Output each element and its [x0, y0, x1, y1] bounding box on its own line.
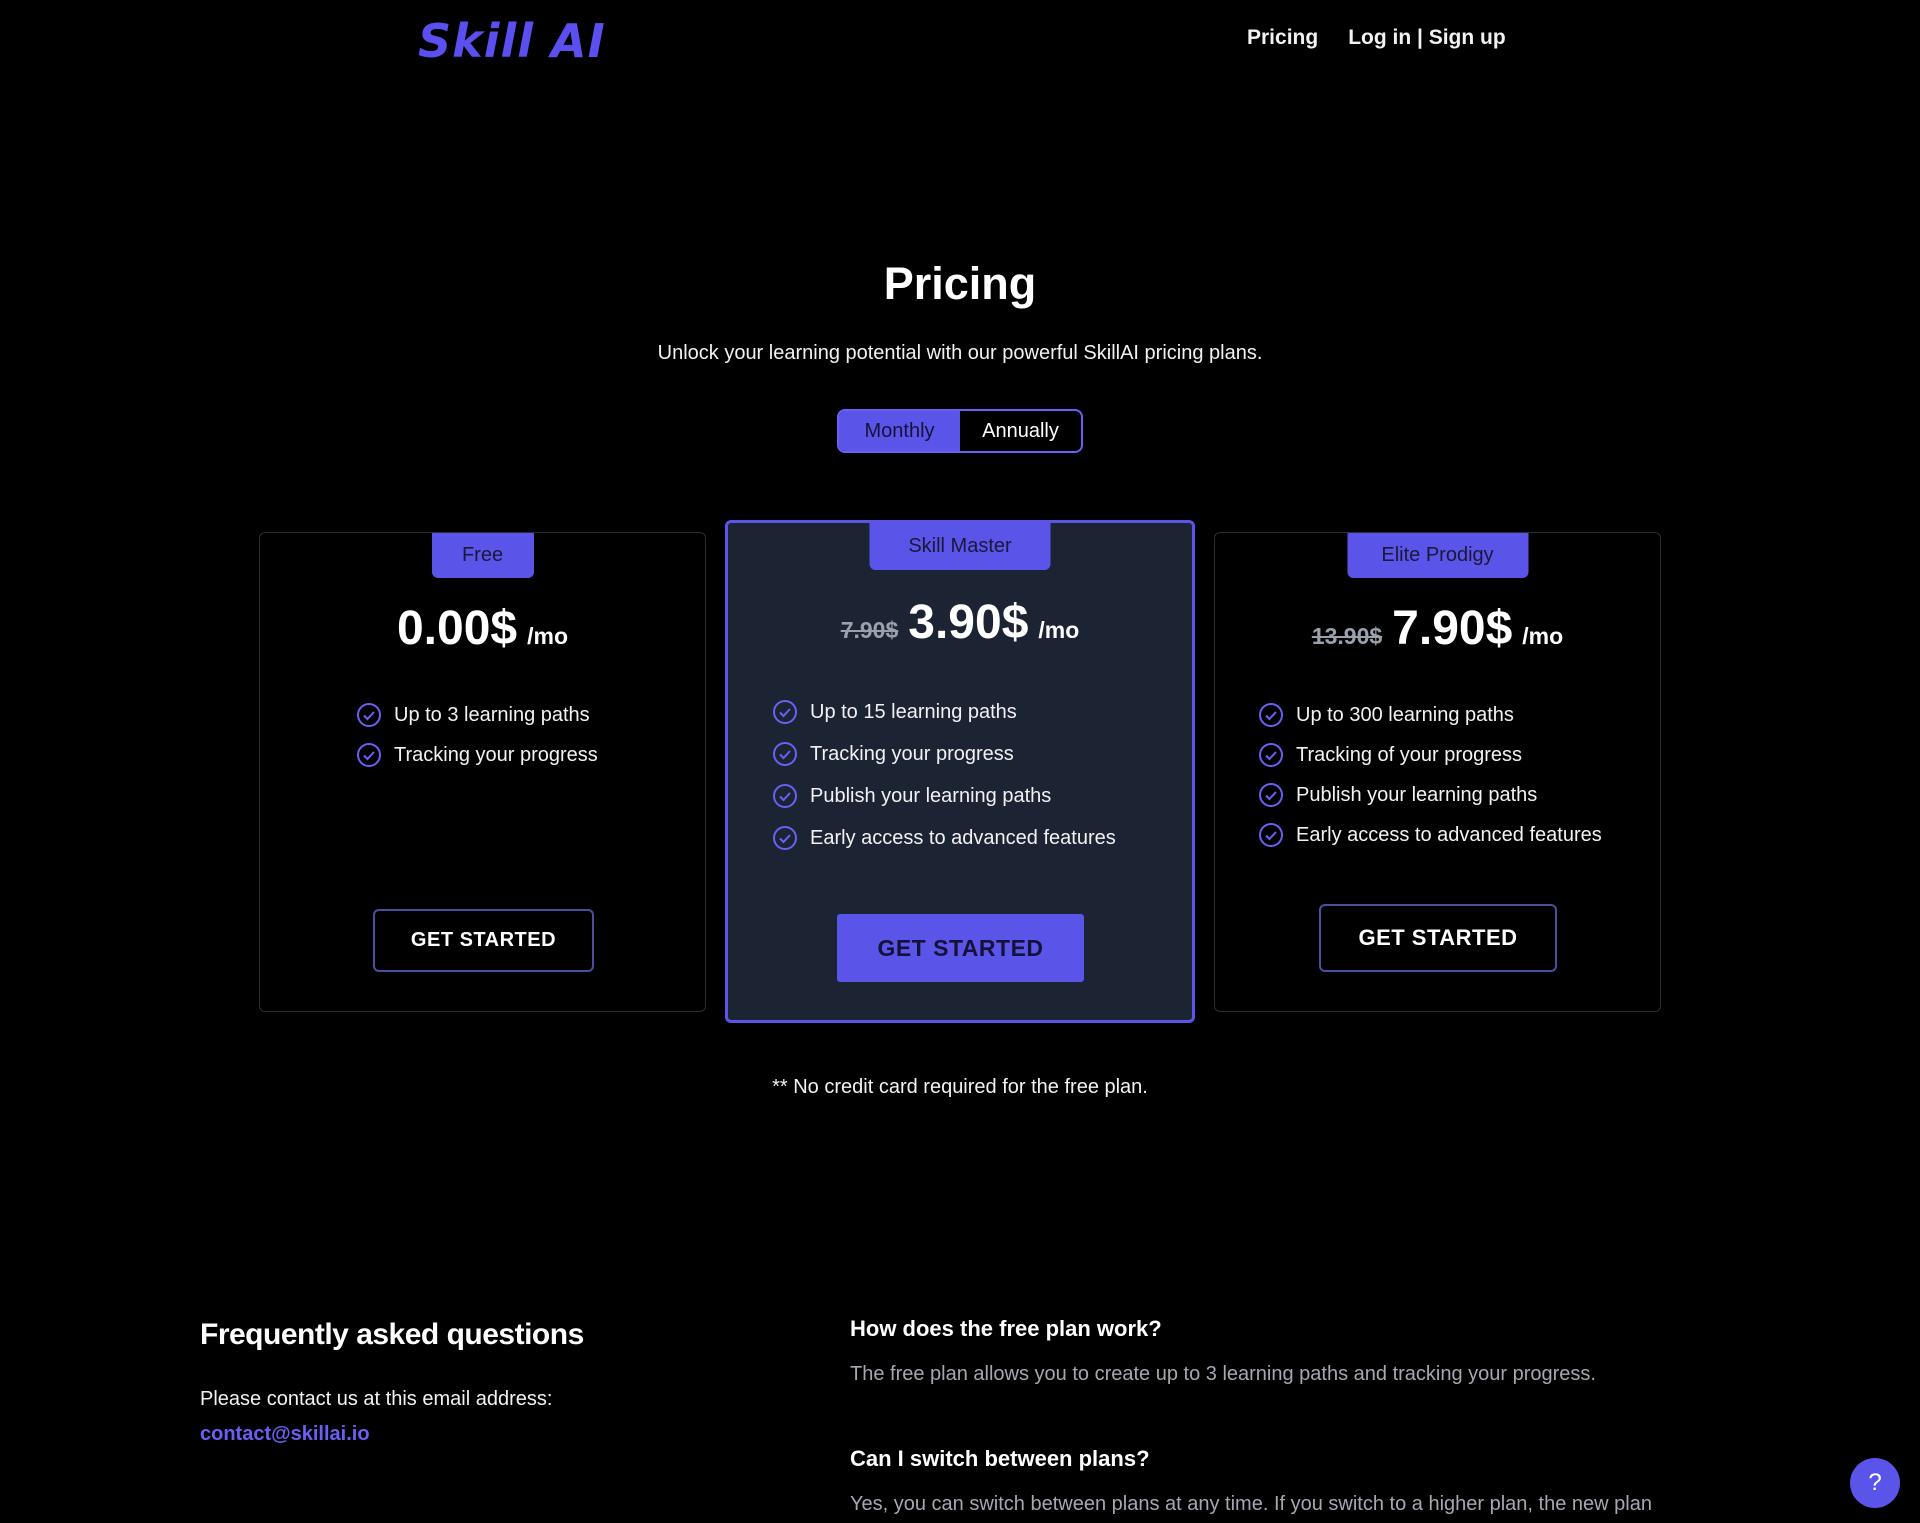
- contact-email-link[interactable]: contact@skillai.io: [200, 1423, 370, 1446]
- faq-answer: The free plan allows you to create up to…: [850, 1363, 1596, 1385]
- top-nav: Pricing Log in | Sign up: [1247, 26, 1506, 50]
- feature-text: Early access to advanced features: [1296, 823, 1602, 846]
- page-subtitle: Unlock your learning potential with our …: [657, 342, 1263, 364]
- plan-old-price: 7.90$: [840, 617, 899, 643]
- list-item: Tracking your progress: [772, 733, 1116, 775]
- logo[interactable]: Skill AI: [418, 14, 606, 68]
- faq-question[interactable]: How does the free plan work?: [850, 1316, 1162, 1342]
- feature-list: Up to 3 learning paths Tracking your pro…: [356, 695, 598, 775]
- feature-text: Tracking your progress: [810, 742, 1014, 765]
- help-button[interactable]: ?: [1850, 1458, 1900, 1508]
- check-circle-icon: [1259, 783, 1283, 807]
- get-started-button[interactable]: GET STARTED: [837, 914, 1084, 982]
- faq-contact-text: Please contact us at this email address:: [200, 1388, 553, 1410]
- feature-text: Tracking of your progress: [1296, 743, 1523, 766]
- plan-period: /mo: [1038, 617, 1080, 643]
- list-item: Tracking your progress: [356, 735, 598, 775]
- list-item: Tracking of your progress: [1258, 735, 1602, 775]
- plan-period: /mo: [527, 623, 568, 649]
- nav-login-signup-link[interactable]: Log in | Sign up: [1348, 26, 1506, 50]
- check-circle-icon: [773, 700, 797, 724]
- feature-text: Publish your learning paths: [1296, 783, 1538, 806]
- billing-toggle: Monthly Annually: [837, 409, 1083, 453]
- check-circle-icon: [773, 826, 797, 850]
- check-circle-icon: [773, 784, 797, 808]
- check-circle-icon: [773, 742, 797, 766]
- price-row: 7.90$ 3.90$ /mo: [728, 595, 1192, 650]
- price-row: 0.00$ /mo: [260, 601, 705, 656]
- page-title: Pricing: [883, 258, 1037, 309]
- plan-old-price: 13.90$: [1311, 623, 1383, 649]
- feature-text: Up to 3 learning paths: [394, 703, 590, 726]
- list-item: Up to 300 learning paths: [1258, 695, 1602, 735]
- feature-text: Publish your learning paths: [810, 784, 1052, 807]
- get-started-button[interactable]: GET STARTED: [373, 909, 594, 972]
- feature-text: Tracking your progress: [394, 743, 598, 766]
- faq-question[interactable]: Can I switch between plans?: [850, 1446, 1150, 1472]
- price-row: 13.90$ 7.90$ /mo: [1215, 601, 1660, 656]
- list-item: Up to 3 learning paths: [356, 695, 598, 735]
- plan-price: 7.90$: [1392, 602, 1513, 655]
- list-item: Publish your learning paths: [772, 775, 1116, 817]
- plan-name: Elite Prodigy: [1347, 533, 1528, 578]
- toggle-annually[interactable]: Annually: [960, 411, 1081, 451]
- check-circle-icon: [357, 743, 381, 767]
- plan-card-elite-prodigy: Elite Prodigy 13.90$ 7.90$ /mo Up to 300…: [1214, 532, 1661, 1012]
- toggle-monthly[interactable]: Monthly: [839, 411, 960, 451]
- check-circle-icon: [357, 703, 381, 727]
- list-item: Early access to advanced features: [1258, 815, 1602, 855]
- plan-price: 3.90$: [908, 596, 1029, 649]
- list-item: Early access to advanced features: [772, 817, 1116, 859]
- pricing-page: Skill AI Pricing Log in | Sign up Pricin…: [0, 0, 1920, 1523]
- plan-period: /mo: [1522, 623, 1564, 649]
- plan-price: 0.00$: [396, 602, 518, 655]
- faq-answer: Yes, you can switch between plans at any…: [850, 1493, 1652, 1515]
- check-circle-icon: [1259, 823, 1283, 847]
- get-started-button[interactable]: GET STARTED: [1319, 904, 1557, 972]
- feature-text: Early access to advanced features: [810, 826, 1116, 849]
- list-item: Up to 15 learning paths: [772, 691, 1116, 733]
- feature-list: Up to 300 learning paths Tracking of you…: [1258, 695, 1602, 855]
- free-plan-footnote: ** No credit card required for the free …: [772, 1076, 1148, 1098]
- feature-text: Up to 300 learning paths: [1296, 703, 1514, 726]
- check-circle-icon: [1259, 703, 1283, 727]
- plan-name: Skill Master: [869, 523, 1051, 570]
- feature-text: Up to 15 learning paths: [810, 700, 1017, 723]
- nav-pricing-link[interactable]: Pricing: [1247, 26, 1318, 50]
- check-circle-icon: [1259, 743, 1283, 767]
- plan-card-free: Free 0.00$ /mo Up to 3 learning paths Tr…: [259, 532, 706, 1012]
- faq-title: Frequently asked questions: [200, 1318, 584, 1351]
- plan-name: Free: [431, 533, 534, 578]
- plan-card-skill-master: Skill Master 7.90$ 3.90$ /mo Up to 15 le…: [725, 520, 1195, 1023]
- feature-list: Up to 15 learning paths Tracking your pr…: [772, 691, 1116, 859]
- list-item: Publish your learning paths: [1258, 775, 1602, 815]
